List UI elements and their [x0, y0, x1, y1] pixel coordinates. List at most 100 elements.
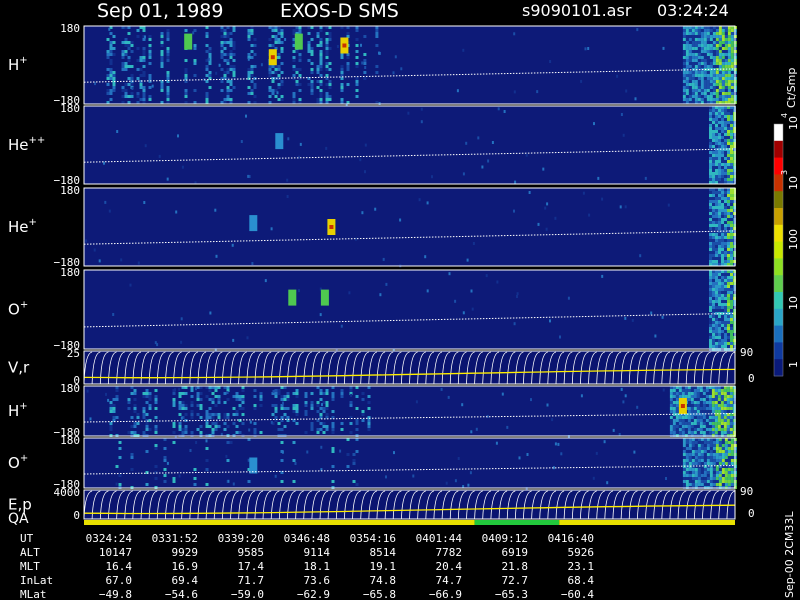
cell — [730, 459, 734, 462]
cell — [355, 422, 359, 425]
cell — [717, 425, 721, 428]
cell — [712, 441, 716, 444]
cell — [715, 273, 718, 276]
cell — [727, 450, 731, 453]
cell — [688, 477, 692, 480]
cell — [715, 300, 718, 303]
cell — [270, 420, 273, 424]
cell — [718, 145, 721, 148]
cell — [685, 41, 689, 44]
cell — [280, 32, 284, 35]
cell — [166, 92, 170, 95]
cell — [190, 389, 194, 392]
cell — [316, 44, 320, 47]
cell — [712, 50, 716, 53]
cell — [715, 121, 718, 124]
cell — [688, 77, 692, 80]
cell — [715, 53, 719, 56]
cell — [730, 248, 733, 251]
cell — [691, 59, 695, 62]
cell — [729, 392, 733, 395]
cell — [729, 401, 733, 404]
cell — [268, 71, 272, 74]
cell — [211, 416, 215, 419]
colorbar-step — [774, 241, 783, 259]
cell — [730, 309, 733, 312]
cell — [316, 80, 320, 83]
cell — [715, 166, 718, 169]
cell — [226, 413, 230, 416]
cell — [112, 313, 115, 316]
cell — [709, 251, 712, 254]
cell — [211, 428, 215, 431]
cell — [682, 483, 686, 486]
cell — [292, 29, 296, 32]
cell — [319, 38, 323, 41]
cell — [691, 462, 695, 465]
cell — [730, 303, 733, 306]
cell — [715, 112, 718, 115]
cell — [513, 32, 516, 36]
cell — [286, 398, 290, 401]
cell — [178, 401, 182, 404]
cell — [682, 71, 686, 74]
cell — [712, 166, 715, 169]
cell — [684, 428, 688, 431]
cell — [172, 392, 176, 395]
cell — [457, 457, 460, 460]
cell — [721, 444, 725, 447]
cell — [178, 395, 182, 398]
cell — [721, 260, 724, 263]
cell — [106, 68, 110, 71]
cell — [121, 89, 125, 92]
cell — [712, 56, 716, 59]
cell — [112, 35, 116, 38]
cell — [319, 95, 323, 98]
cell — [721, 233, 724, 236]
cell — [721, 166, 724, 169]
cell — [724, 288, 727, 291]
cell — [730, 92, 734, 95]
cell — [133, 422, 137, 425]
cell — [682, 462, 686, 465]
cell — [205, 74, 209, 77]
cell — [724, 212, 727, 215]
cell — [215, 254, 218, 258]
cell — [721, 47, 725, 50]
cell — [714, 419, 718, 422]
cell — [721, 477, 725, 480]
cell — [142, 392, 146, 395]
cell — [295, 413, 299, 416]
colorbar-step — [774, 191, 783, 209]
cell — [281, 450, 284, 454]
cell — [331, 395, 335, 398]
cell — [223, 53, 227, 56]
cell — [292, 410, 296, 413]
cell — [703, 32, 707, 35]
cell — [726, 398, 730, 401]
cell — [184, 89, 188, 92]
cell — [724, 260, 727, 263]
cell — [375, 29, 379, 32]
cell — [730, 166, 733, 169]
cell — [340, 77, 344, 80]
cell — [319, 92, 323, 95]
cell — [718, 327, 721, 330]
cell — [730, 98, 734, 101]
cell — [724, 306, 727, 309]
cell — [708, 425, 712, 428]
cell — [310, 47, 314, 50]
cell — [325, 50, 329, 53]
cell — [696, 398, 700, 401]
cell — [319, 59, 323, 62]
cell — [730, 47, 734, 50]
cell — [714, 422, 718, 425]
cell — [715, 163, 718, 166]
cell — [699, 419, 703, 422]
cell — [687, 422, 691, 425]
cell — [712, 224, 715, 227]
cell — [691, 50, 695, 53]
cell — [727, 133, 730, 136]
cell — [339, 449, 342, 453]
cell — [709, 459, 713, 462]
